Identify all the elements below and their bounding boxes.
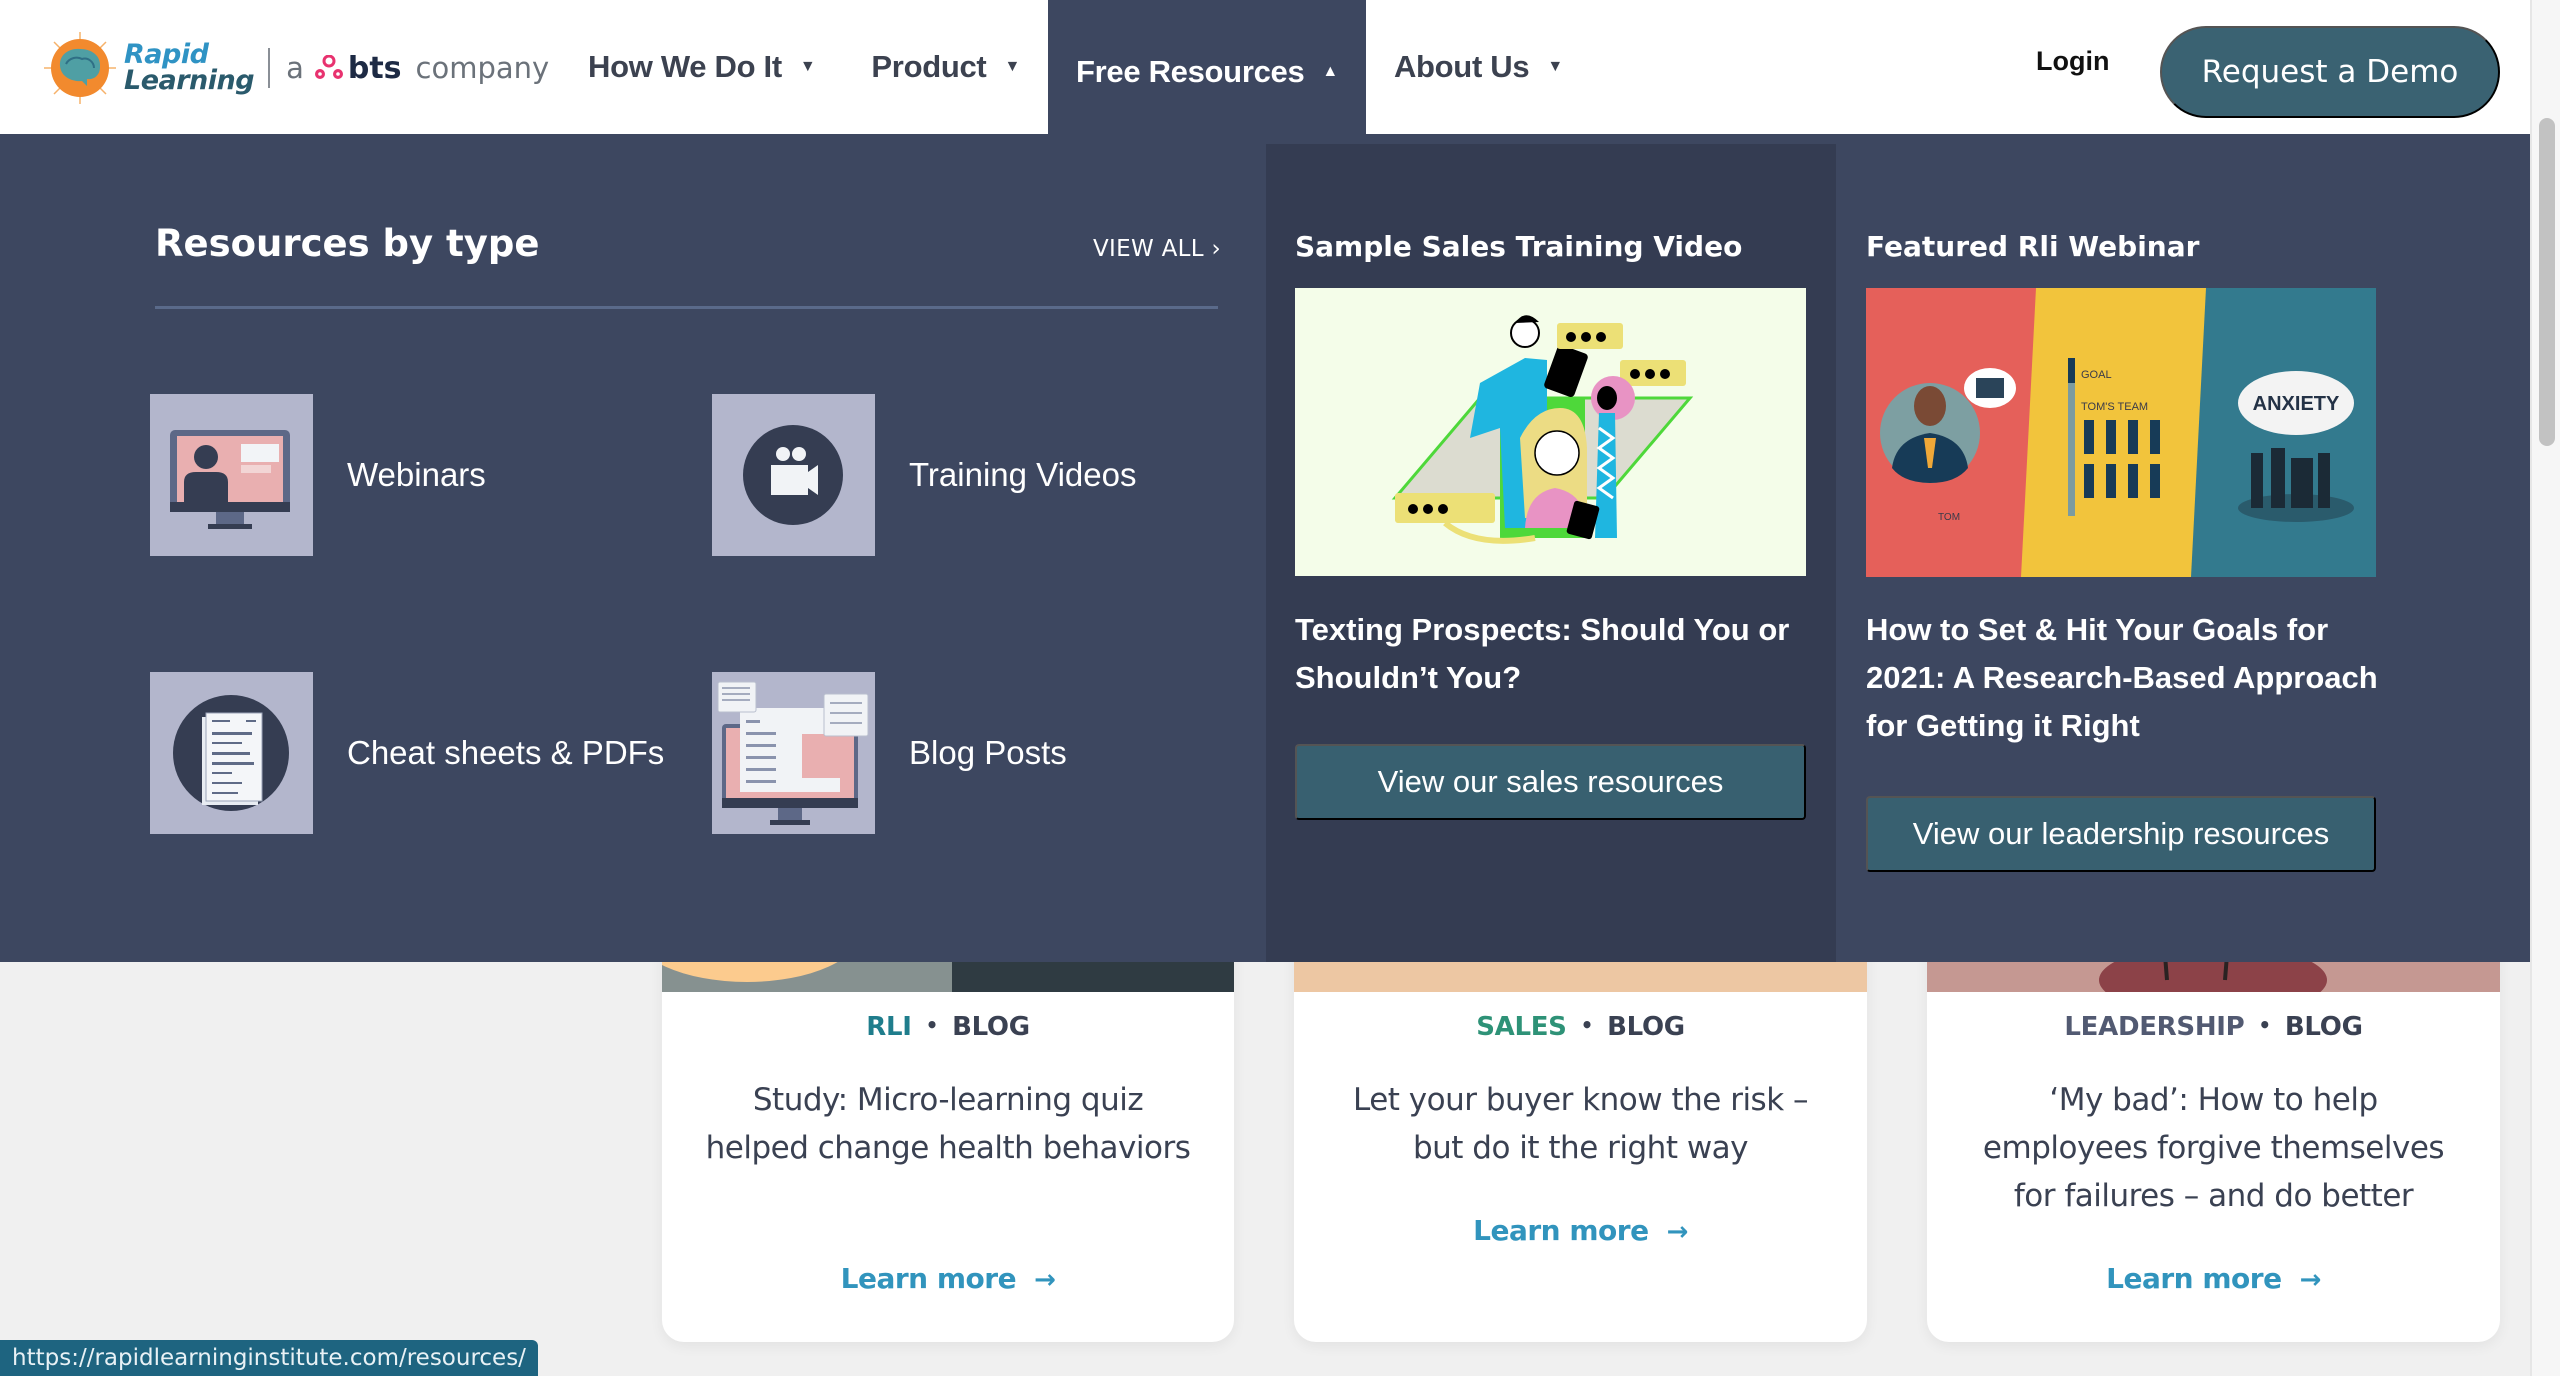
caret-down-icon: ▼ — [1004, 58, 1020, 75]
resource-type-training-videos[interactable]: Training Videos — [712, 394, 1136, 556]
card-category[interactable]: LEADERSHIP — [2064, 1012, 2244, 1042]
resource-type-webinars[interactable]: Webinars — [150, 394, 486, 556]
learn-more-label: Learn more — [840, 1262, 1017, 1295]
section-divider — [155, 306, 1218, 309]
nav-product[interactable]: Product ▼ — [843, 0, 1048, 134]
tagline-company: company — [415, 51, 550, 85]
resources-by-type-heading: Resources by type — [155, 222, 540, 265]
label-goal: GOAL — [2081, 369, 2112, 381]
featured-video-heading: Sample Sales Training Video — [1295, 230, 1743, 263]
card-meta: SALES • BLOG — [1294, 1012, 1867, 1042]
chevron-right-icon: › — [1211, 236, 1221, 262]
card-type[interactable]: BLOG — [2285, 1012, 2363, 1042]
site-header: Rapid Learning a bts company How We Do I… — [0, 0, 2530, 143]
card-title[interactable]: ‘My bad’: How to help employees forgive … — [1967, 1076, 2460, 1220]
view-leadership-resources-button[interactable]: View our leadership resources — [1866, 796, 2376, 872]
learn-more-link[interactable]: Learn more → — [662, 1262, 1234, 1295]
card-type[interactable]: BLOG — [952, 1012, 1030, 1042]
document-icon — [150, 672, 313, 834]
learn-more-link[interactable]: Learn more → — [1927, 1262, 2500, 1295]
featured-video-thumbnail[interactable] — [1295, 288, 1806, 576]
caret-down-icon: ▼ — [799, 58, 816, 75]
card-title[interactable]: Study: Micro-learning quiz helped change… — [702, 1076, 1194, 1172]
main-nav: How We Do It ▼ Product ▼ Free Resources … — [560, 0, 1591, 143]
nav-label: Product — [871, 49, 987, 84]
card-meta: RLI • BLOG — [662, 1012, 1234, 1042]
brain-logo-icon — [44, 32, 116, 104]
tile-label: Training Videos — [909, 456, 1137, 493]
arrow-right-icon: → — [2299, 1265, 2322, 1295]
meta-separator: • — [2258, 1013, 2271, 1037]
nav-label: How We Do It — [588, 49, 782, 84]
logo[interactable]: Rapid Learning a bts company — [44, 28, 549, 108]
logo-divider — [268, 48, 271, 88]
featured-webinar-heading: Featured Rli Webinar — [1866, 230, 2200, 263]
card-meta: LEADERSHIP • BLOG — [1927, 1012, 2500, 1042]
link-status-bar: https://rapidlearninginstitute.com/resou… — [0, 1340, 538, 1376]
nav-about-us[interactable]: About Us ▼ — [1366, 0, 1591, 134]
texting-illustration — [1391, 315, 1694, 544]
login-link[interactable]: Login — [2036, 46, 2109, 77]
featured-webinar-headline[interactable]: How to Set & Hit Your Goals for 2021: A … — [1866, 606, 2406, 750]
tile-label: Cheat sheets & PDFs — [347, 734, 665, 771]
label-tom: TOM — [1938, 512, 1960, 523]
resource-type-cheat-sheets[interactable]: Cheat sheets & PDFs — [150, 672, 664, 834]
meta-separator: • — [925, 1013, 939, 1037]
resource-type-blog-posts[interactable]: Blog Posts — [712, 672, 1067, 834]
partner-name: bts — [347, 50, 402, 86]
page-scrollbar[interactable] — [2530, 0, 2560, 1376]
caret-up-icon: ▲ — [1322, 62, 1338, 80]
brand-wordmark: Rapid Learning — [124, 41, 255, 96]
webinar-monitor-icon — [150, 394, 313, 556]
featured-video-headline[interactable]: Texting Prospects: Should You or Shouldn… — [1295, 606, 1806, 702]
blog-monitor-icon — [712, 672, 875, 834]
bts-dots-icon — [314, 55, 343, 79]
view-sales-resources-button[interactable]: View our sales resources — [1295, 744, 1806, 820]
blog-card[interactable]: RLI • BLOG Study: Micro-learning quiz help… — [662, 900, 1234, 1342]
tile-label: Webinars — [347, 456, 486, 493]
arrow-right-icon: → — [1034, 1265, 1056, 1295]
label-team: TOM'S TEAM — [2081, 401, 2148, 413]
view-all-label: VIEW ALL — [1093, 236, 1204, 262]
free-resources-dropdown: Resources by type VIEW ALL › Webinars Tr… — [0, 134, 2530, 962]
meta-separator: • — [1580, 1013, 1594, 1037]
card-category[interactable]: RLI — [866, 1012, 912, 1042]
page: Rapid Learning a bts company How We Do I… — [0, 0, 2560, 1376]
nav-how-we-do-it[interactable]: How We Do It ▼ — [560, 0, 843, 134]
featured-webinar-thumbnail[interactable]: TOM GOAL TOM'S TEAM ANXIETY — [1866, 288, 2376, 577]
nav-label: Free Resources — [1075, 53, 1305, 89]
learn-more-label: Learn more — [1473, 1214, 1649, 1247]
card-type[interactable]: BLOG — [1607, 1012, 1685, 1042]
tile-label: Blog Posts — [909, 734, 1067, 771]
caret-down-icon: ▼ — [1547, 58, 1563, 75]
arrow-right-icon: → — [1666, 1217, 1689, 1247]
card-title[interactable]: Let your buyer know the risk – but do it… — [1334, 1076, 1827, 1172]
tagline-a: a — [286, 51, 304, 85]
card-category[interactable]: SALES — [1476, 1012, 1567, 1042]
nav-free-resources[interactable]: Free Resources ▲ — [1047, 0, 1366, 143]
video-camera-icon — [712, 394, 875, 556]
scrollbar-thumb[interactable] — [2539, 118, 2555, 446]
blog-card[interactable]: SALES • BLOG Let your buyer know the risk … — [1294, 900, 1867, 1342]
learn-more-label: Learn more — [2106, 1262, 2282, 1295]
blog-card[interactable]: LEADERSHIP • BLOG ‘My bad’: How to help em… — [1927, 900, 2500, 1342]
learn-more-link[interactable]: Learn more → — [1294, 1214, 1867, 1247]
request-demo-button[interactable]: Request a Demo — [2160, 26, 2500, 118]
view-all-link[interactable]: VIEW ALL › — [1093, 236, 1221, 262]
brand-name-line2: Learning — [124, 65, 255, 96]
goals-illustration: TOM GOAL TOM'S TEAM ANXIETY — [1866, 288, 2376, 577]
nav-label: About Us — [1393, 49, 1530, 84]
label-anxiety: ANXIETY — [2253, 393, 2340, 415]
